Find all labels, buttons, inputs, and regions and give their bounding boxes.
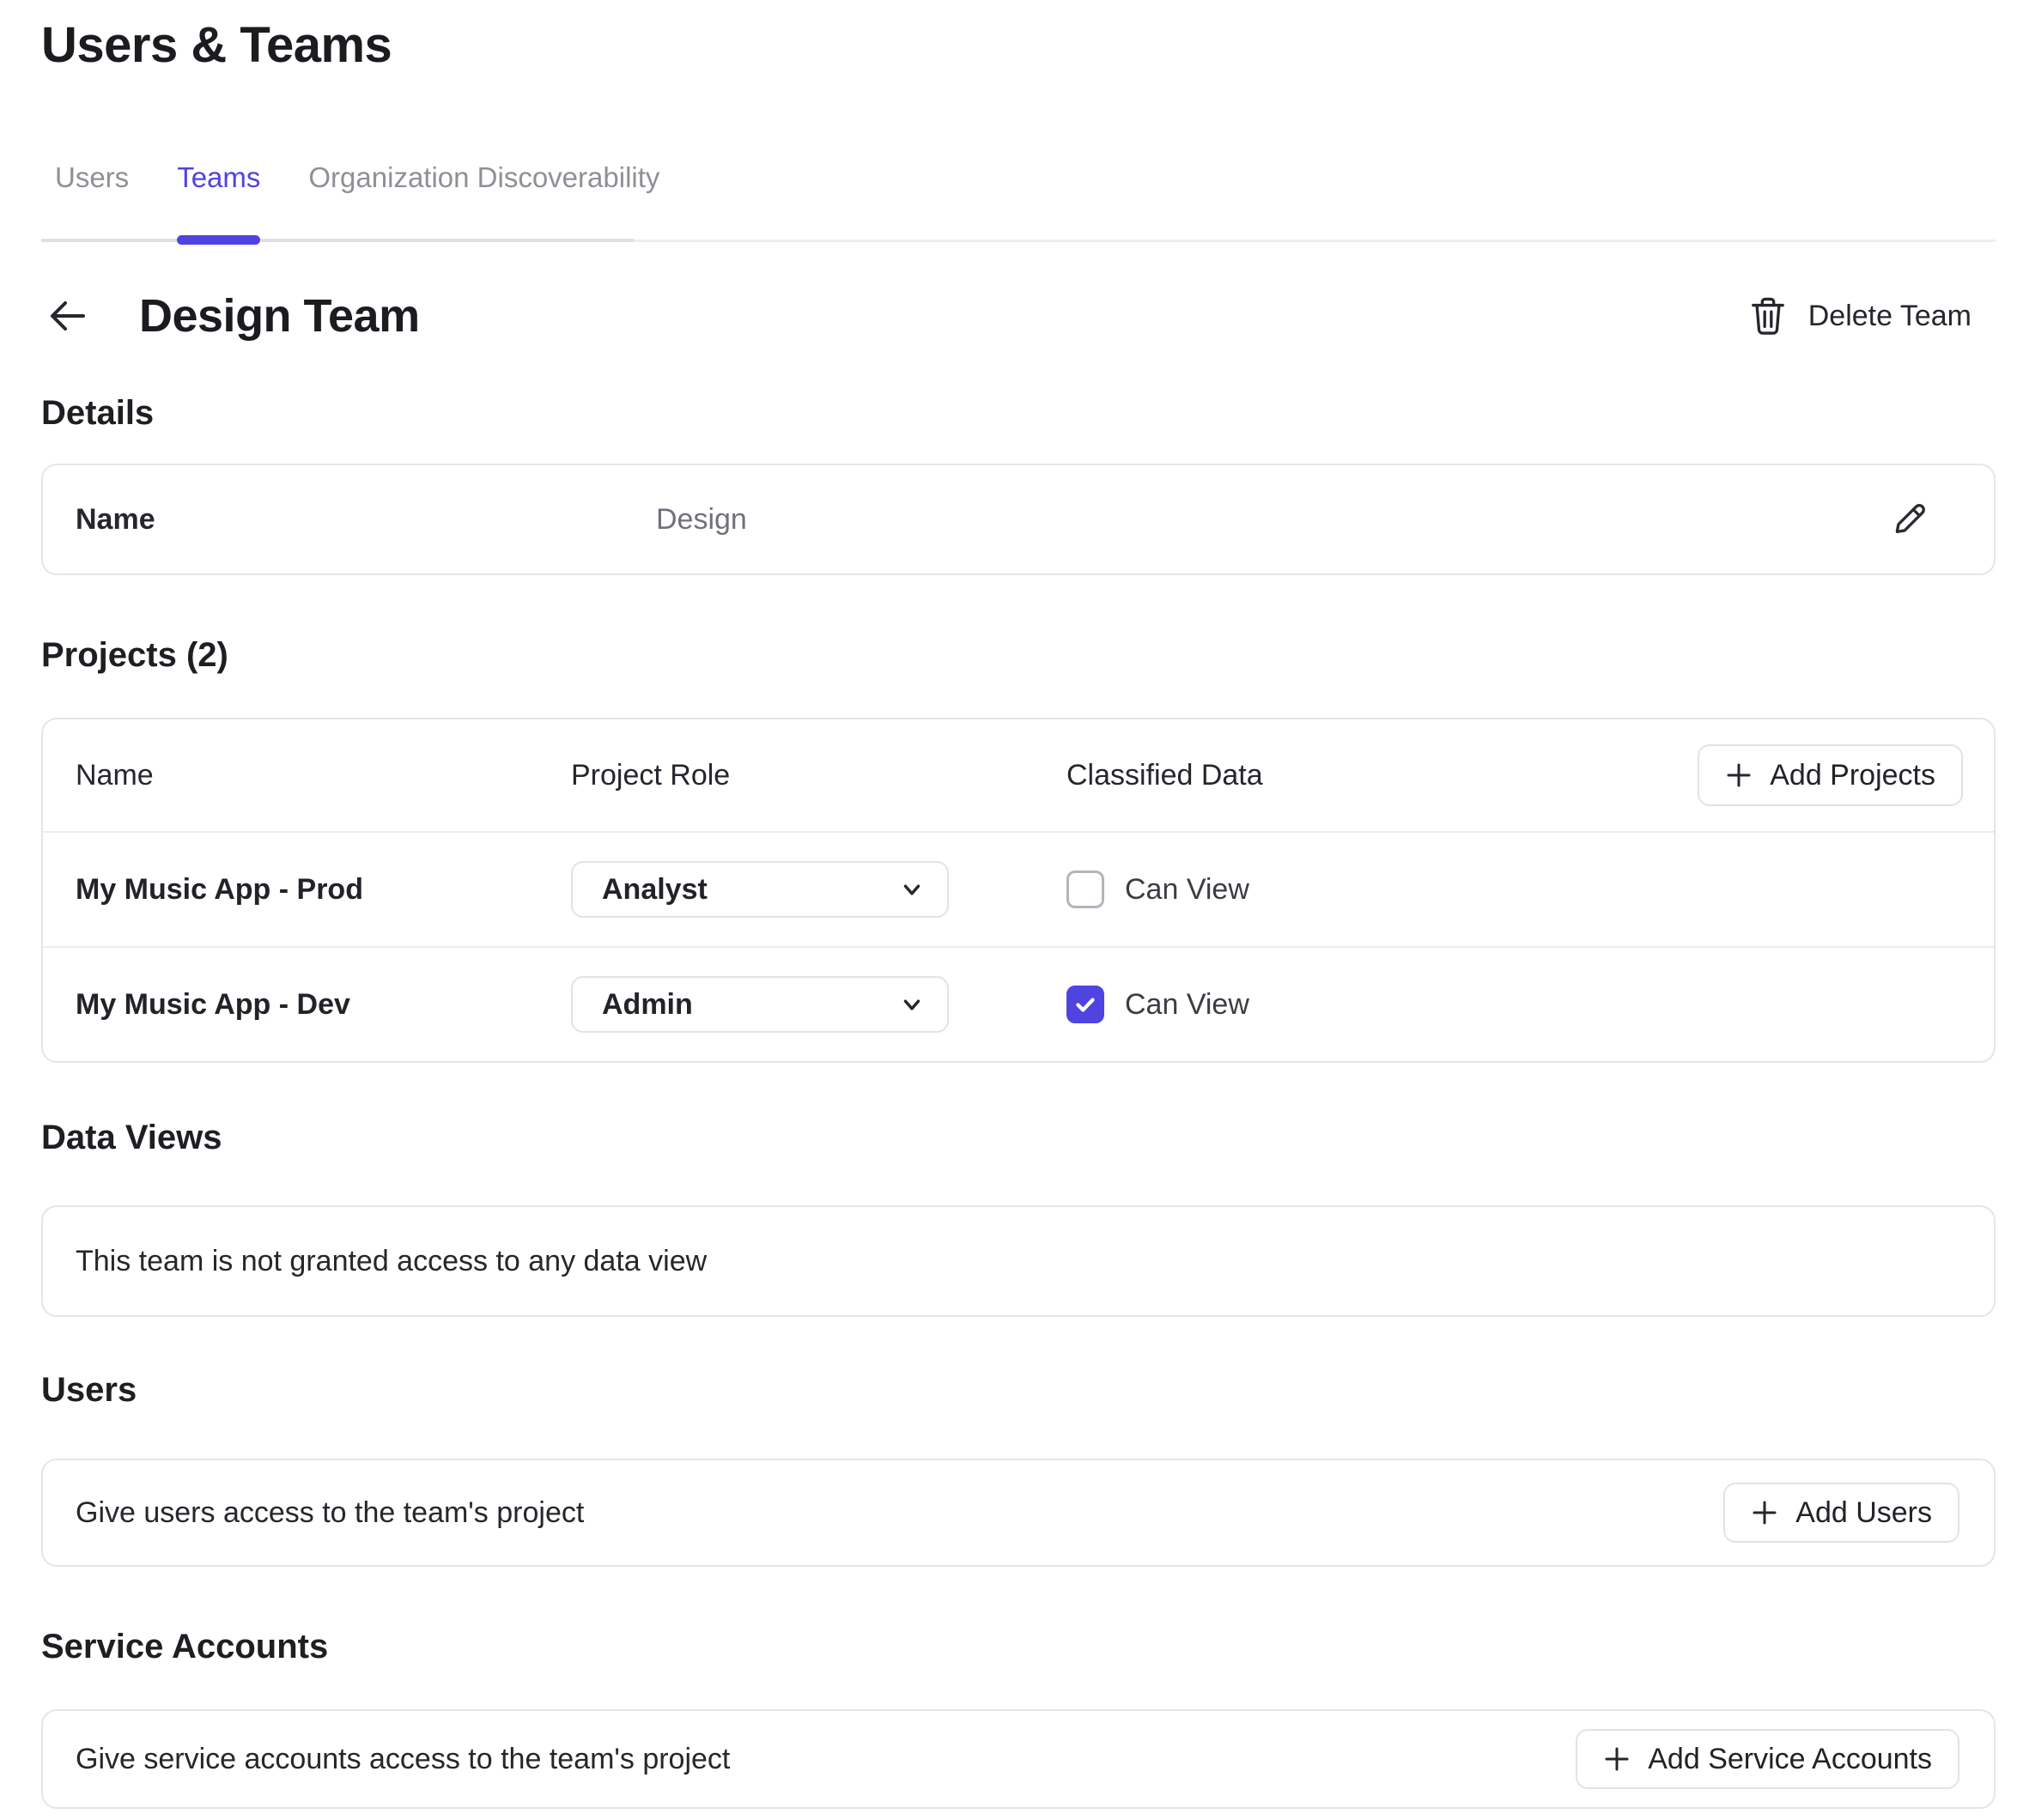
data-views-empty-text: This team is not granted access to any d… (76, 1245, 707, 1278)
chevron-down-icon (899, 877, 925, 902)
projects-table-header: Name Project Role Classified Data Add Pr… (43, 719, 1994, 831)
edit-name-button[interactable] (1884, 495, 1932, 543)
can-view-label: Can View (1125, 873, 1249, 907)
column-header-name: Name (76, 759, 571, 792)
plus-icon (1603, 1745, 1631, 1773)
add-projects-label: Add Projects (1770, 759, 1935, 792)
classified-data-cell: Can View (1066, 871, 1963, 908)
table-row: My Music App - Prod Analyst (43, 831, 1994, 946)
users-card: Give users access to the team's project … (41, 1459, 1996, 1567)
project-role-select[interactable]: Admin (571, 976, 949, 1033)
users-heading: Users (41, 1368, 1996, 1411)
project-name: My Music App - Prod (76, 873, 571, 907)
plus-icon (1751, 1499, 1778, 1526)
project-name: My Music App - Dev (76, 988, 571, 1022)
add-users-button[interactable]: Add Users (1723, 1483, 1959, 1543)
classified-data-cell: Can View (1066, 986, 1963, 1023)
trash-icon (1750, 296, 1786, 336)
projects-heading: Projects (2) (41, 634, 1996, 676)
back-button[interactable] (46, 295, 88, 337)
data-views-heading: Data Views (41, 1116, 1996, 1159)
team-header: Design Team Delete Team (41, 282, 1996, 350)
add-projects-button[interactable]: Add Projects (1698, 744, 1963, 806)
name-label: Name (76, 503, 656, 537)
column-header-project-role: Project Role (571, 759, 1066, 792)
name-value: Design (656, 503, 1884, 537)
project-role-value: Admin (602, 988, 693, 1022)
data-views-card: This team is not granted access to any d… (41, 1205, 1996, 1317)
delete-team-label: Delete Team (1808, 300, 1971, 333)
can-view-checkbox[interactable] (1066, 871, 1104, 908)
project-role-select[interactable]: Analyst (571, 861, 949, 918)
project-role-value: Analyst (602, 873, 708, 907)
tab-users[interactable]: Users (55, 160, 129, 239)
tab-bar: Users Teams Organization Discoverability (41, 160, 1996, 242)
chevron-down-icon (899, 992, 925, 1017)
delete-team-button[interactable]: Delete Team (1750, 296, 1996, 336)
service-accounts-heading: Service Accounts (41, 1625, 1996, 1668)
tabs: Users Teams Organization Discoverability (41, 160, 634, 242)
add-users-label: Add Users (1795, 1496, 1932, 1530)
service-accounts-card: Give service accounts access to the team… (41, 1709, 1996, 1809)
back-arrow-icon (46, 295, 88, 337)
projects-table: Name Project Role Classified Data Add Pr… (41, 718, 1996, 1063)
tab-teams[interactable]: Teams (177, 160, 260, 239)
can-view-label: Can View (1125, 988, 1249, 1022)
details-card: Name Design (41, 464, 1996, 575)
table-row: My Music App - Dev Admin Ca (43, 946, 1994, 1061)
can-view-checkbox[interactable] (1066, 986, 1104, 1023)
users-teams-page: Users & Teams Users Teams Organization D… (0, 0, 2023, 1809)
add-service-accounts-label: Add Service Accounts (1648, 1743, 1932, 1776)
service-accounts-empty-text: Give service accounts access to the team… (76, 1743, 730, 1776)
page-title: Users & Teams (41, 17, 1996, 74)
tab-organization-discoverability[interactable]: Organization Discoverability (308, 160, 659, 239)
pencil-icon (1888, 500, 1928, 539)
add-service-accounts-button[interactable]: Add Service Accounts (1576, 1729, 1959, 1789)
details-heading: Details (41, 391, 1996, 434)
team-title: Design Team (139, 289, 420, 343)
plus-icon (1725, 761, 1753, 789)
users-empty-text: Give users access to the team's project (76, 1496, 584, 1530)
column-header-classified-data: Classified Data (1066, 759, 1698, 792)
